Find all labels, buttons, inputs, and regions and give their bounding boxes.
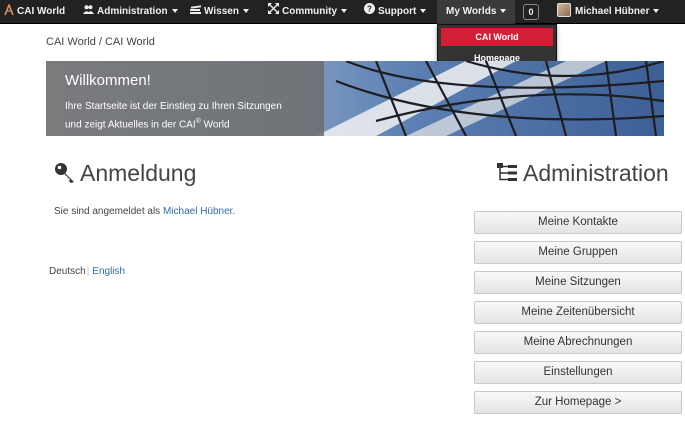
homepage-button[interactable]: Zur Homepage > bbox=[474, 391, 682, 414]
svg-text:?: ? bbox=[367, 5, 372, 14]
dropdown-item-cai-world[interactable]: CAI World bbox=[441, 28, 553, 46]
login-heading: Anmeldung bbox=[54, 160, 196, 187]
banner-subtitle-line2-suffix: World bbox=[200, 119, 230, 131]
key-icon bbox=[55, 163, 74, 183]
breadcrumb: CAI World / CAI World bbox=[46, 36, 155, 48]
banner-subtitle-line1: Ihre Startseite ist der Einstieg zu Ihre… bbox=[65, 101, 282, 112]
chevron-down-icon bbox=[341, 9, 347, 13]
user-profile-link[interactable]: Michael Hübner bbox=[163, 206, 232, 217]
nav-community-label: Community bbox=[282, 6, 337, 17]
nav-user-menu[interactable]: Michael Hübner bbox=[557, 0, 660, 24]
login-status-suffix: . bbox=[232, 206, 236, 217]
administration-heading-label: Administration bbox=[523, 160, 669, 186]
cai-logo-icon bbox=[4, 4, 14, 16]
arrows-icon bbox=[268, 0, 279, 24]
language-separator: | bbox=[86, 266, 90, 277]
login-status-prefix: Sie sind angemeldet als bbox=[54, 206, 163, 217]
nav-support-label: Support bbox=[378, 6, 417, 17]
nav-administration[interactable]: Administration bbox=[83, 0, 178, 24]
breadcrumb-item-current: CAI World bbox=[104, 36, 155, 48]
question-icon: ? bbox=[364, 0, 375, 24]
login-status: Sie sind angemeldet als Michael Hübner. bbox=[54, 206, 235, 217]
top-navbar: CAI World Administration Wissen Communit… bbox=[0, 0, 685, 24]
nav-my-worlds-label: My Worlds bbox=[446, 6, 497, 17]
chevron-down-icon bbox=[420, 9, 427, 13]
banner-subtitle-line2: und zeigt Aktuelles in der CAI bbox=[65, 119, 196, 131]
banner-subtitle: Ihre Startseite ist der Einstieg zu Ihre… bbox=[65, 99, 327, 132]
chevron-down-icon bbox=[500, 9, 507, 13]
avatar bbox=[557, 3, 571, 17]
chevron-down-icon bbox=[171, 9, 178, 13]
chevron-down-icon bbox=[242, 9, 249, 13]
my-contacts-button[interactable]: Meine Kontakte bbox=[474, 211, 682, 234]
notification-count-badge[interactable]: 0 bbox=[523, 4, 539, 20]
login-heading-label: Anmeldung bbox=[80, 160, 197, 186]
sitemap-icon bbox=[497, 163, 517, 181]
users-icon bbox=[83, 0, 94, 24]
nav-wissen-label: Wissen bbox=[204, 6, 239, 17]
settings-button[interactable]: Einstellungen bbox=[474, 361, 682, 384]
nav-community[interactable]: Community bbox=[268, 0, 347, 24]
welcome-banner: Willkommen! Ihre Startseite ist der Eins… bbox=[46, 61, 664, 136]
breadcrumb-separator: / bbox=[98, 36, 102, 48]
my-time-overview-button[interactable]: Meine Zeitenübersicht bbox=[474, 301, 682, 324]
language-switcher: Deutsch| English bbox=[49, 266, 125, 277]
brand-link[interactable]: CAI World bbox=[4, 0, 65, 24]
administration-heading: Administration bbox=[497, 160, 669, 187]
nav-wissen[interactable]: Wissen bbox=[190, 0, 249, 24]
my-groups-button[interactable]: Meine Gruppen bbox=[474, 241, 682, 264]
banner-title: Willkommen! bbox=[65, 72, 151, 89]
chevron-down-icon bbox=[653, 9, 660, 13]
my-sessions-button[interactable]: Meine Sitzungen bbox=[474, 271, 682, 294]
language-link-english[interactable]: English bbox=[92, 266, 125, 277]
nav-support[interactable]: ? Support bbox=[364, 0, 427, 24]
books-icon bbox=[190, 0, 202, 24]
nav-my-worlds[interactable]: My Worlds bbox=[437, 0, 515, 24]
brand-label: CAI World bbox=[17, 6, 66, 17]
my-billing-button[interactable]: Meine Abrechnungen bbox=[474, 331, 682, 354]
nav-administration-label: Administration bbox=[97, 6, 168, 17]
language-current: Deutsch bbox=[49, 266, 86, 277]
breadcrumb-item[interactable]: CAI World bbox=[46, 36, 96, 48]
user-name: Michael Hübner bbox=[575, 6, 650, 17]
banner-text-panel: Willkommen! Ihre Startseite ist der Eins… bbox=[46, 61, 324, 136]
